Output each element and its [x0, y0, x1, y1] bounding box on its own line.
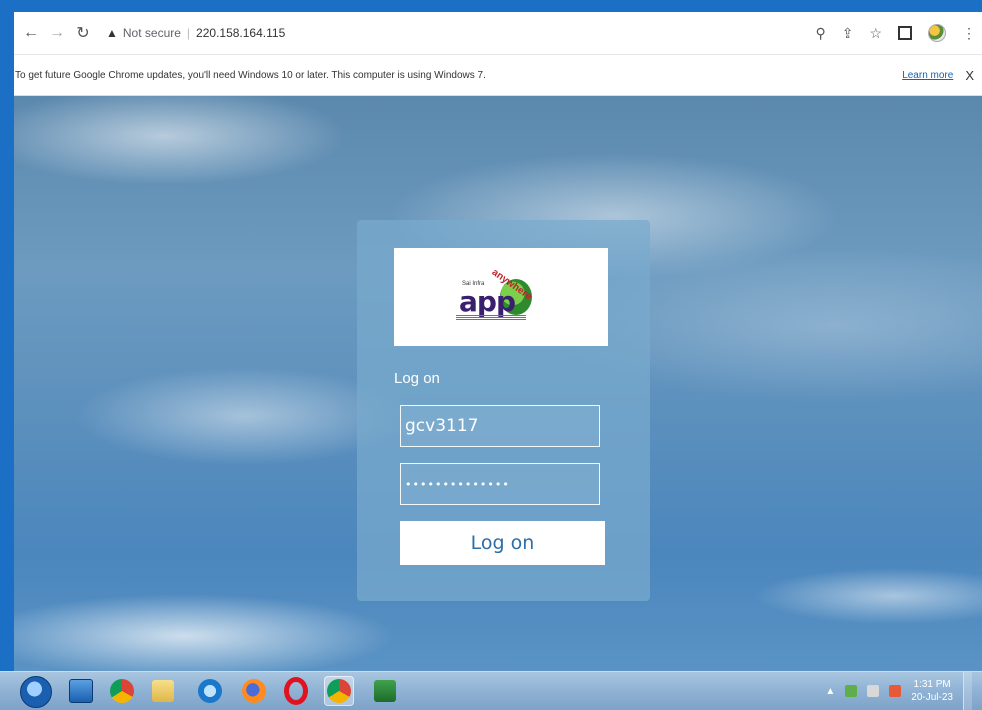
logo-lines	[456, 315, 526, 321]
security-status[interactable]: Not secure	[123, 26, 181, 40]
browser-toolbar: ← → ↻ ▲ Not secure | 220.158.164.115 ⚲ ⇪…	[14, 12, 982, 55]
window-frame-left	[0, 0, 14, 671]
sky-background: Sai Infra app anywhere Log on gcv3117 ••…	[14, 96, 982, 671]
username-field[interactable]: gcv3117	[400, 405, 600, 447]
chrome-icon[interactable]	[107, 676, 137, 706]
password-field[interactable]: ••••••••••••••	[400, 463, 600, 505]
clock[interactable]: 1:31 PM 20-Jul-23	[911, 678, 953, 704]
start-button[interactable]	[20, 676, 52, 708]
clock-time: 1:31 PM	[913, 679, 951, 690]
internet-explorer-icon[interactable]	[195, 676, 225, 706]
tray-arrow-icon[interactable]: ▲	[825, 686, 835, 697]
opera-icon[interactable]	[281, 676, 311, 706]
firefox-icon[interactable]	[239, 676, 269, 706]
window-frame-top	[0, 0, 982, 12]
back-icon[interactable]: ←	[20, 22, 42, 44]
reload-icon[interactable]: ↻	[72, 22, 94, 44]
file-explorer-icon[interactable]	[148, 676, 178, 706]
taskbar: ▲ 1:31 PM 20-Jul-23	[0, 671, 982, 710]
app-logo: Sai Infra app anywhere	[456, 267, 546, 327]
warning-icon[interactable]: ▲	[106, 26, 118, 40]
volume-icon[interactable]	[889, 685, 902, 697]
forward-icon[interactable]: →	[46, 22, 68, 44]
show-desktop-button[interactable]	[963, 672, 972, 710]
toolbar-actions: ⚲ ⇪ ☆ ⋮	[815, 24, 976, 42]
login-panel: Sai Infra app anywhere Log on gcv3117 ••…	[357, 220, 650, 601]
system-tray: ▲ 1:31 PM 20-Jul-23	[825, 672, 972, 710]
chrome-active-icon[interactable]	[324, 676, 354, 706]
profile-icon[interactable]	[928, 24, 946, 42]
url-separator: |	[186, 26, 191, 40]
logo-app-text: app	[459, 285, 516, 318]
share-icon[interactable]: ⇪	[842, 25, 854, 42]
zoom-icon[interactable]: ⚲	[815, 25, 825, 42]
split-view-icon[interactable]	[898, 26, 912, 40]
url-text[interactable]: 220.158.164.115	[196, 26, 285, 40]
clock-date: 20-Jul-23	[911, 692, 953, 703]
excel-icon[interactable]	[370, 676, 400, 706]
infobar-message: To get future Google Chrome updates, you…	[15, 69, 486, 81]
bookmark-star-icon[interactable]: ☆	[869, 25, 882, 42]
update-infobar: To get future Google Chrome updates, you…	[14, 55, 982, 96]
logo-box: Sai Infra app anywhere	[394, 248, 608, 346]
address-bar[interactable]: ▲ Not secure | 220.158.164.115	[106, 26, 285, 40]
lock-app-icon[interactable]	[66, 676, 96, 706]
menu-icon[interactable]: ⋮	[962, 25, 976, 42]
network-icon[interactable]	[845, 685, 858, 697]
close-icon[interactable]: X	[965, 68, 974, 83]
login-heading: Log on	[394, 370, 440, 387]
logon-button[interactable]: Log on	[400, 521, 605, 565]
keyboard-icon[interactable]	[867, 685, 880, 697]
learn-more-link[interactable]: Learn more	[902, 70, 953, 81]
